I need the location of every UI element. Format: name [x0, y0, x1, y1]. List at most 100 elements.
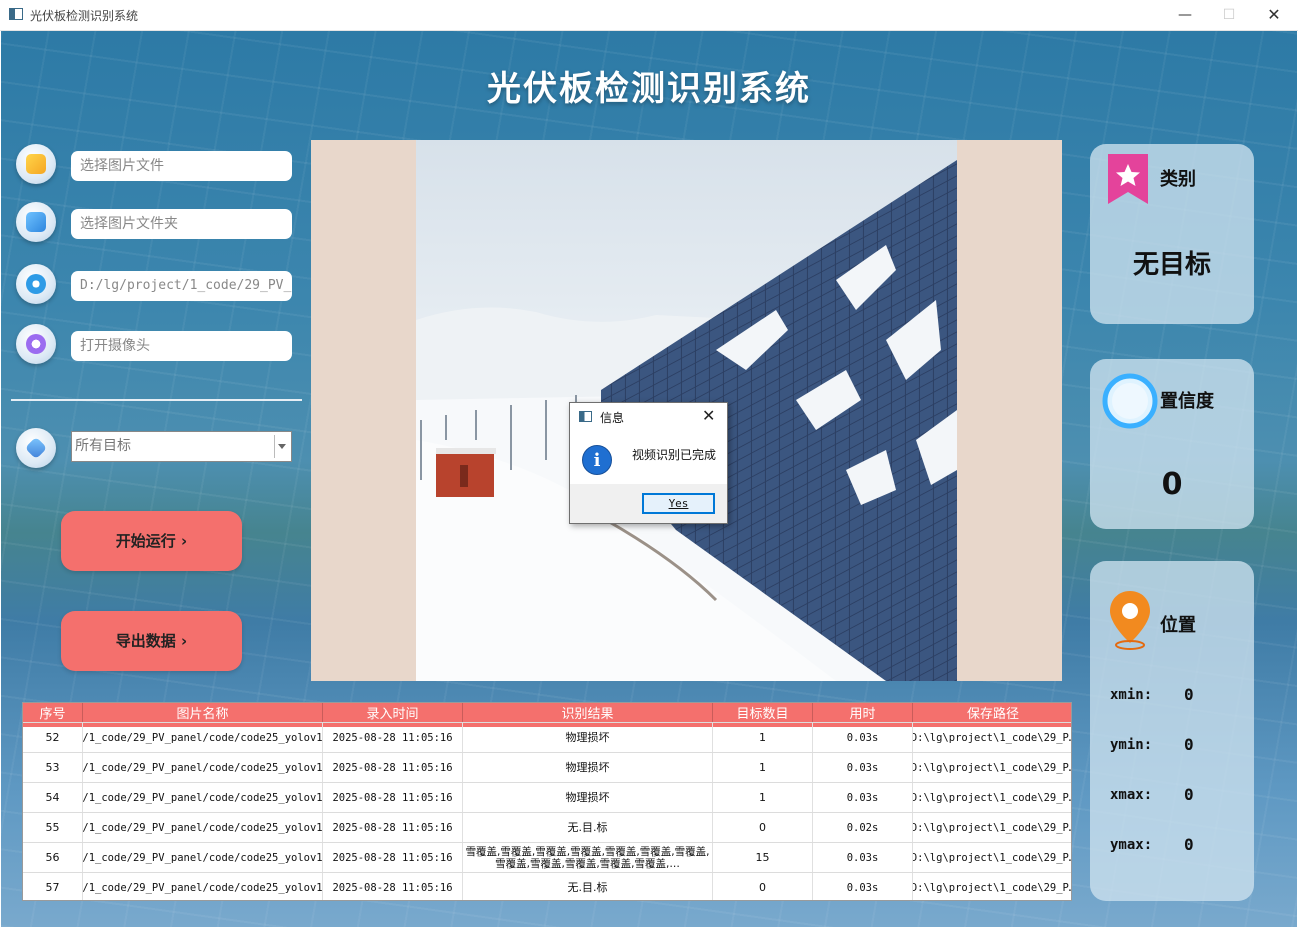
target-select[interactable]: 所有目标 [71, 431, 292, 462]
folder-icon[interactable] [16, 202, 56, 242]
video-file-field[interactable]: D:/lg/project/1_code/29_PV_panel/code/co… [71, 271, 292, 301]
dialog-title: 信息 [600, 411, 625, 425]
location-pin-icon [1110, 591, 1150, 650]
dialog-app-icon [579, 411, 592, 422]
ymax-row: ymax: 0 [1110, 835, 1194, 854]
cell-count: 1 [713, 723, 813, 753]
confidence-value: 0 [1161, 467, 1183, 502]
cell-result: 物理损坏 [463, 723, 713, 753]
ymin-label: ymin: [1110, 737, 1153, 753]
cell-result: 雪覆盖,雪覆盖,雪覆盖,雪覆盖,雪覆盖,雪覆盖,雪覆盖,雪覆盖,雪覆盖,雪覆盖,… [463, 843, 713, 873]
table-row[interactable]: 56 D:/lg/project/1_code/29_PV_panel/code… [23, 842, 1072, 873]
cell-result: 物理损坏 [463, 783, 713, 813]
cell-time: 2025-08-28 11:05:16 [323, 813, 463, 843]
cell-time: 2025-08-28 11:05:16 [323, 723, 463, 753]
image-file-icon[interactable] [16, 144, 56, 184]
bookmark-star-icon [1108, 154, 1148, 204]
confidence-label: 置信度 [1160, 391, 1214, 412]
cell-time: 2025-08-28 11:05:16 [323, 873, 463, 900]
cell-name: D:/lg/project/1_code/29_PV_panel/code/co… [83, 723, 323, 753]
image-folder-field[interactable]: 选择图片文件夹 [71, 209, 292, 239]
category-value: 无目标 [1132, 250, 1211, 280]
table-row[interactable]: 57 D:/lg/project/1_code/29_PV_panel/code… [23, 872, 1072, 900]
export-data-button[interactable]: 导出数据 › [61, 611, 242, 671]
cell-name: D:/lg/project/1_code/29_PV_panel/code/co… [83, 783, 323, 813]
ymax-label: ymax: [1110, 837, 1153, 853]
cell-result: 无.目.标 [463, 813, 713, 843]
cell-index: 52 [23, 723, 83, 753]
page-title: 光伏板检测识别系统 [487, 69, 811, 109]
cell-cost: 0.03s [813, 873, 913, 900]
info-dialog[interactable]: 信息 ✕ i 视频识别已完成 Yes [569, 402, 728, 524]
cell-index: 53 [23, 753, 83, 783]
cell-count: 0 [713, 813, 813, 843]
cell-index: 56 [23, 843, 83, 873]
start-run-button[interactable]: 开始运行 › [61, 511, 242, 571]
category-card: 类别 无目标 [1090, 144, 1254, 324]
ymin-row: ymin: 0 [1110, 735, 1194, 754]
maximize-button[interactable]: ☐ [1214, 4, 1244, 26]
cell-path: D:\lg\project\1_code\29_P… [913, 882, 1072, 894]
xmax-label: xmax: [1110, 787, 1153, 803]
chevron-down-icon[interactable] [274, 435, 288, 458]
cell-path: D:\lg\project\1_code\29_P… [913, 732, 1072, 744]
table-row[interactable]: 52 D:/lg/project/1_code/29_PV_panel/code… [23, 722, 1072, 753]
info-icon: i [582, 445, 612, 475]
table-row[interactable]: 54 D:/lg/project/1_code/29_PV_panel/code… [23, 782, 1072, 813]
confidence-card: 置信度 0 [1090, 359, 1254, 529]
position-label: 位置 [1160, 615, 1196, 636]
table-row[interactable]: 55 D:/lg/project/1_code/29_PV_panel/code… [23, 812, 1072, 843]
image-file-field[interactable]: 选择图片文件 [71, 151, 292, 181]
cell-name: D:/lg/project/1_code/29_PV_panel/code/co… [83, 813, 323, 843]
cell-cost: 0.03s [813, 723, 913, 753]
cell-cost: 0.02s [813, 813, 913, 843]
confidence-ring-icon [1102, 373, 1158, 429]
cell-count: 1 [713, 753, 813, 783]
app-icon [9, 8, 23, 20]
camera-icon[interactable] [16, 324, 56, 364]
xmin-value: 0 [1184, 685, 1194, 704]
cell-cost: 0.03s [813, 783, 913, 813]
xmin-label: xmin: [1110, 687, 1153, 703]
yes-button[interactable]: Yes [642, 493, 715, 514]
xmax-value: 0 [1184, 785, 1194, 804]
cell-name: D:/lg/project/1_code/29_PV_panel/code/co… [83, 843, 323, 873]
cell-path: D:\lg\project\1_code\29_P… [913, 762, 1072, 774]
cell-count: 15 [713, 843, 813, 873]
video-icon[interactable] [16, 264, 56, 304]
category-label: 类别 [1160, 169, 1196, 190]
window-title: 光伏板检测识别系统 [30, 9, 139, 23]
target-icon [16, 428, 56, 468]
cell-index: 57 [23, 873, 83, 900]
cell-name: D:/lg/project/1_code/29_PV_panel/code/co… [83, 873, 323, 900]
results-table[interactable]: 序号 图片名称 录入时间 识别结果 目标数目 用时 保存路径 52 D:/lg/… [22, 702, 1072, 901]
cell-path: D:\lg\project\1_code\29_P… [913, 792, 1072, 804]
cell-path: D:\lg\project\1_code\29_P… [913, 822, 1072, 834]
cell-time: 2025-08-28 11:05:16 [323, 783, 463, 813]
cell-time: 2025-08-28 11:05:16 [323, 753, 463, 783]
cell-count: 0 [713, 873, 813, 900]
dialog-message: 视频识别已完成 [632, 448, 717, 462]
xmin-row: xmin: 0 [1110, 685, 1194, 704]
target-select-value: 所有目标 [75, 438, 131, 454]
camera-field[interactable]: 打开摄像头 [71, 331, 292, 361]
cell-count: 1 [713, 783, 813, 813]
cell-path: D:\lg\project\1_code\29_P… [913, 852, 1072, 864]
position-card: 位置 xmin: 0 ymin: 0 xmax: 0 ymax: 0 [1090, 561, 1254, 901]
minimize-button[interactable]: — [1170, 4, 1200, 26]
ymin-value: 0 [1184, 735, 1194, 754]
cell-index: 54 [23, 783, 83, 813]
cell-cost: 0.03s [813, 753, 913, 783]
dialog-body: i 视频识别已完成 [570, 432, 727, 484]
cell-result: 无.目.标 [463, 873, 713, 900]
cell-index: 55 [23, 813, 83, 843]
close-button[interactable]: ✕ [1259, 4, 1289, 26]
xmax-row: xmax: 0 [1110, 785, 1194, 804]
table-row[interactable]: 53 D:/lg/project/1_code/29_PV_panel/code… [23, 752, 1072, 783]
cell-cost: 0.03s [813, 843, 913, 873]
dialog-close-icon[interactable]: ✕ [702, 406, 715, 425]
cell-time: 2025-08-28 11:05:16 [323, 843, 463, 873]
dialog-titlebar[interactable]: 信息 ✕ [570, 403, 727, 432]
ymax-value: 0 [1184, 835, 1194, 854]
divider [11, 399, 302, 401]
